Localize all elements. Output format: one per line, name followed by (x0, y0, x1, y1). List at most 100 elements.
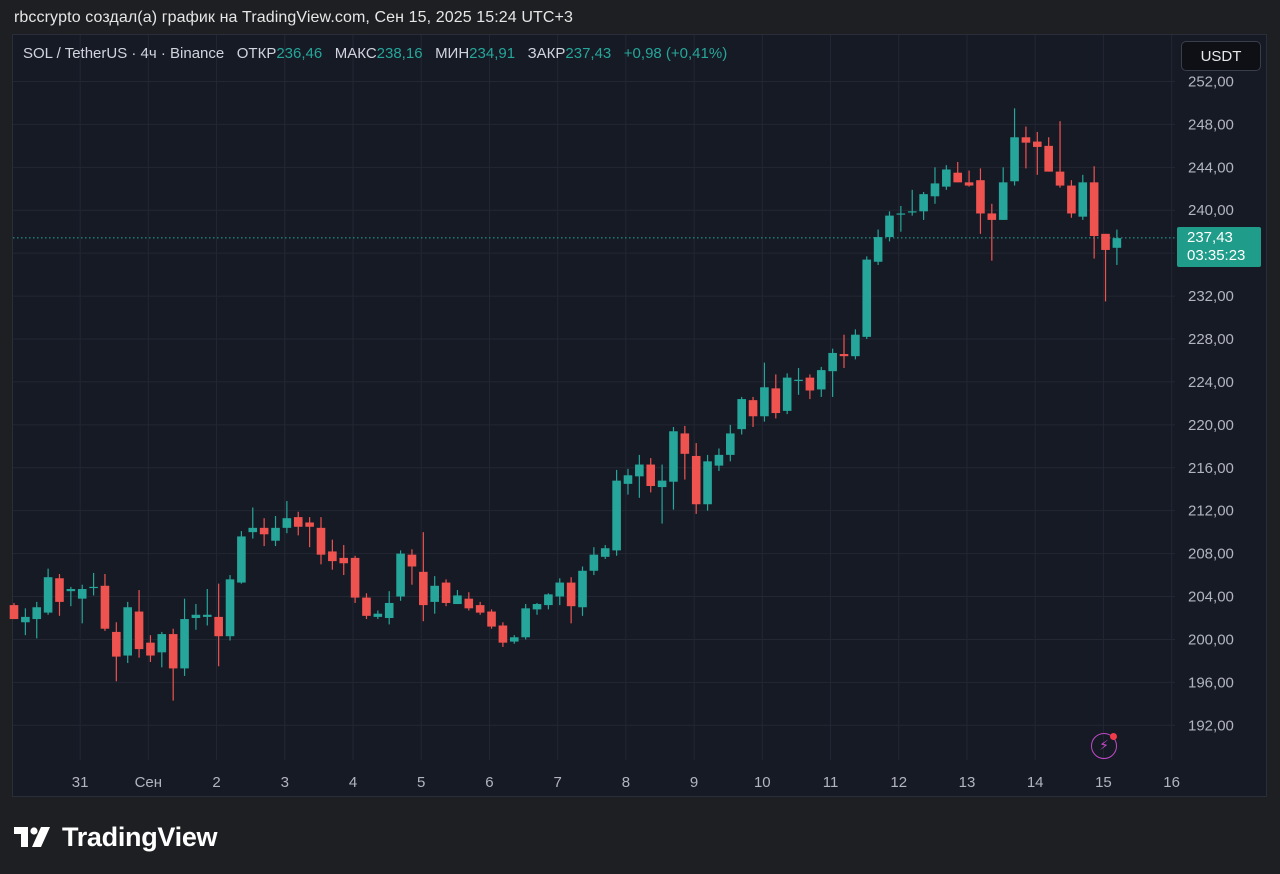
candle (373, 610, 383, 620)
candle (305, 517, 314, 548)
candle-body (930, 183, 940, 197)
candle-body (225, 579, 235, 637)
candle-body (748, 400, 758, 417)
symbol-label: SOL / TetherUS · 4ч · Binance (23, 45, 225, 62)
candle (396, 550, 405, 601)
candle-body (782, 377, 792, 411)
y-tick-label: 228,00 (1188, 331, 1234, 348)
candle-body (623, 475, 633, 484)
candle-body (589, 554, 599, 571)
candle (55, 573, 64, 616)
candle-body (305, 522, 314, 527)
candle-body (907, 211, 917, 213)
candle (362, 593, 371, 620)
candle (1010, 108, 1019, 186)
candle-body (202, 614, 212, 617)
last-price-tag: 237,43 03:35:23 (1177, 227, 1261, 267)
candle-body (339, 557, 349, 564)
candle (544, 593, 553, 610)
candle (407, 549, 417, 585)
candle-body (293, 517, 303, 527)
candle (430, 576, 439, 614)
candle (919, 191, 928, 220)
candle (441, 579, 451, 607)
candle (669, 426, 678, 510)
candle-body (123, 607, 132, 656)
notification-dot (1110, 733, 1117, 740)
y-tick-label: 204,00 (1188, 589, 1234, 606)
currency-button[interactable]: USDT (1181, 41, 1261, 71)
close-value: 237,43 (565, 45, 612, 62)
candle-body (464, 598, 474, 609)
candle-body (1112, 238, 1122, 248)
candle (589, 547, 599, 576)
candle (532, 602, 542, 615)
price-axis[interactable]: 192,00 196,00 200,00 204,00 208,00 212,00 216,… (1188, 73, 1234, 734)
time-axis[interactable]: 31 Сен 2 3 4 5 6 7 8 9 10 11 12 13 14 15 16 (72, 774, 1180, 791)
high-value: 238,16 (376, 45, 423, 62)
candle-body (600, 548, 610, 557)
chart-legend: SOL / TetherUS · 4ч · Binance ОТКР236,46… (23, 45, 727, 62)
candle-body (942, 169, 951, 187)
x-tick-label: 9 (690, 774, 698, 791)
candle-body (441, 582, 451, 603)
candle (907, 189, 917, 216)
candle-body (612, 480, 621, 551)
candle (657, 464, 667, 524)
candle-body (544, 594, 553, 606)
candle-body (714, 454, 724, 466)
candle-body (828, 352, 837, 372)
candle-body (691, 455, 701, 505)
candle (600, 545, 610, 559)
candle (453, 590, 462, 605)
candle-body (635, 464, 644, 477)
candle-body (1101, 233, 1110, 250)
x-tick-label: 8 (622, 774, 630, 791)
candle (942, 165, 951, 190)
candle-body (21, 616, 30, 623)
x-tick-label: 3 (281, 774, 289, 791)
candle-body (737, 399, 746, 430)
candle (851, 329, 860, 360)
candle-body (134, 611, 144, 650)
candle (419, 532, 428, 622)
candle-body (862, 259, 872, 337)
candle-body (248, 527, 258, 533)
candle (237, 531, 246, 584)
candle-body (703, 461, 712, 505)
candles (9, 108, 1122, 701)
candle-body (9, 605, 19, 620)
candle-body (89, 586, 98, 589)
candlestick-chart[interactable]: 192,00 196,00 200,00 204,00 208,00 212,00 216,… (0, 0, 1280, 874)
candle (1112, 229, 1122, 265)
candle-body (328, 551, 337, 562)
candle (635, 454, 644, 498)
candle (1089, 166, 1099, 259)
candle-body (362, 597, 371, 616)
candle (612, 469, 621, 556)
candle (771, 374, 781, 419)
candle-body (646, 464, 656, 487)
y-tick-label: 192,00 (1188, 717, 1234, 734)
candle (680, 425, 690, 480)
candle (930, 167, 940, 204)
candle-body (475, 605, 485, 613)
candle (1055, 121, 1065, 188)
candle (498, 622, 508, 647)
candle-body (1044, 145, 1053, 172)
candle (123, 601, 132, 664)
y-tick-label: 212,00 (1188, 503, 1234, 520)
candle-body (1021, 137, 1031, 143)
candle (703, 454, 712, 511)
tradingview-wordmark: TradingView (62, 821, 218, 852)
candle-body (794, 379, 803, 381)
candle-body (66, 589, 76, 592)
tradingview-logo-icon (14, 827, 50, 847)
x-tick-label: 14 (1027, 774, 1044, 791)
candle (464, 592, 474, 611)
candle-body (180, 619, 189, 669)
high-label: МАКС (334, 45, 377, 62)
candle-body (168, 634, 178, 669)
candle (89, 572, 98, 596)
last-price-value: 237,43 (1187, 229, 1233, 246)
